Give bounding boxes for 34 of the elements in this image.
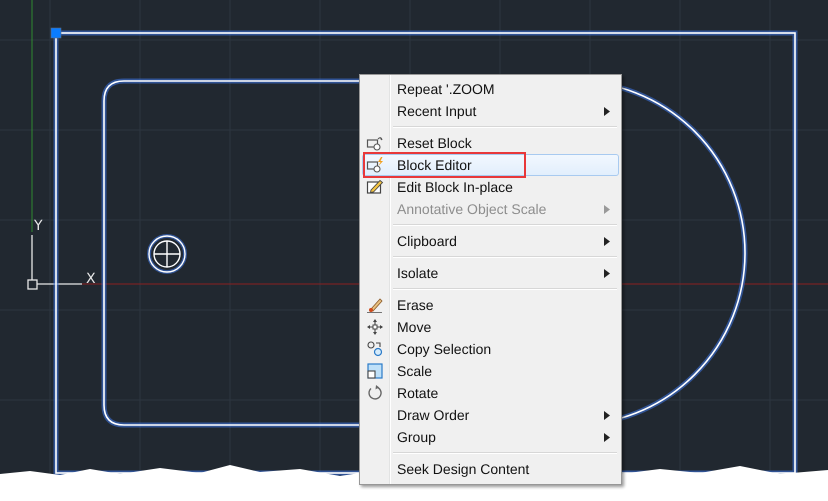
menu-item[interactable]: Scale xyxy=(362,360,619,382)
submenu-arrow-icon xyxy=(604,432,610,442)
rotate-icon xyxy=(366,385,384,401)
eraser-icon xyxy=(366,297,384,313)
submenu-arrow-icon xyxy=(604,106,610,116)
menu-item[interactable]: Reset Block xyxy=(362,132,619,154)
grip-handle[interactable] xyxy=(50,28,62,38)
highlighted-menu-item[interactable]: Block Editor xyxy=(362,154,619,176)
submenu-arrow-icon xyxy=(604,268,610,278)
block-lightning-icon xyxy=(366,157,384,173)
move-icon xyxy=(366,319,384,335)
menu-item[interactable]: Copy Selection xyxy=(362,338,619,360)
y-axis-label: Y xyxy=(34,218,43,234)
x-axis-label: X xyxy=(86,271,96,287)
menu-item[interactable]: Erase xyxy=(362,294,619,316)
menu-item[interactable]: Recent Input xyxy=(362,100,619,122)
ucs-icon xyxy=(27,235,82,290)
scale-icon xyxy=(366,363,384,379)
block-arrow-icon xyxy=(366,135,384,151)
submenu-arrow-icon xyxy=(604,236,610,246)
menu-item[interactable]: Group xyxy=(362,426,619,448)
menu-item[interactable]: Rotate xyxy=(362,382,619,404)
pencil-frame-icon xyxy=(366,179,384,195)
submenu-arrow-icon xyxy=(604,204,610,214)
menu-item[interactable]: Edit Block In-place xyxy=(362,176,619,198)
copy-icon xyxy=(366,341,384,357)
menu-item[interactable]: Draw Order xyxy=(362,404,619,426)
submenu-arrow-icon xyxy=(604,410,610,420)
menu-item[interactable]: Repeat '.ZOOM xyxy=(362,78,619,100)
menu-item[interactable]: Isolate xyxy=(362,262,619,284)
hole-symbol[interactable] xyxy=(147,234,187,274)
menu-item[interactable]: Move xyxy=(362,316,619,338)
menu-item[interactable]: Seek Design Content xyxy=(362,458,619,480)
menu-item[interactable]: Clipboard xyxy=(362,230,619,252)
